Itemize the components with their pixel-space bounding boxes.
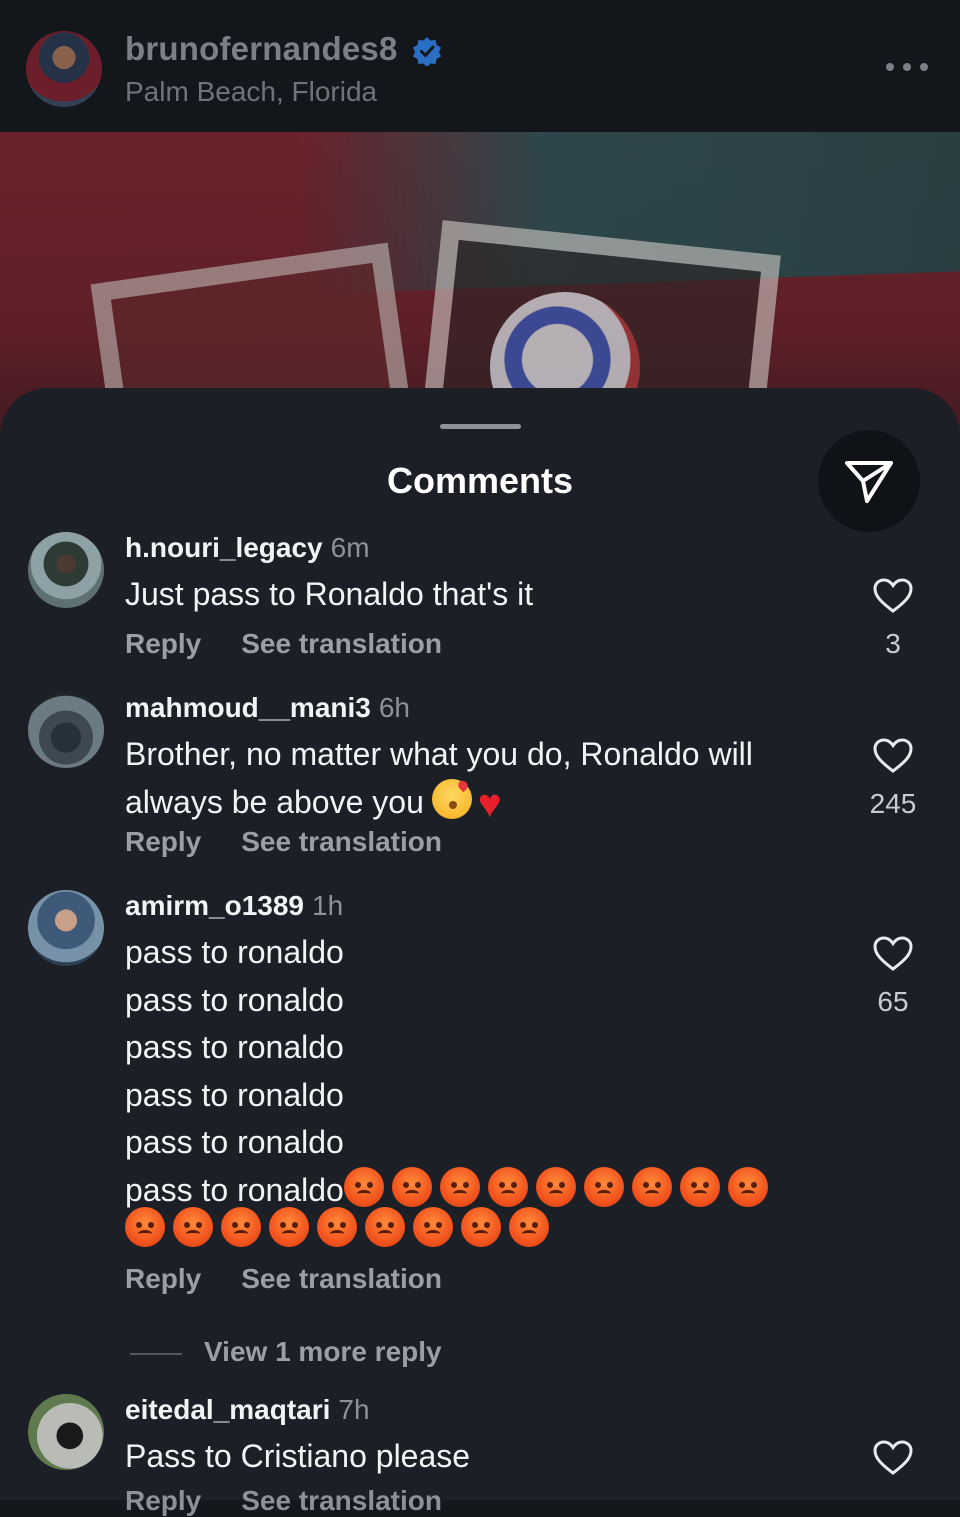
- angry-face-emoji: [535, 1166, 576, 1207]
- comment-text-line: pass to ronaldo: [125, 1171, 344, 1208]
- angry-face-emoji: [487, 1166, 528, 1207]
- comment-username[interactable]: eitedal_maqtari: [125, 1394, 330, 1425]
- comment-text-line: always be above you: [125, 783, 424, 820]
- commenter-avatar[interactable]: [28, 692, 104, 768]
- see-translation-button[interactable]: See translation: [241, 826, 442, 857]
- heart-outline-icon: [873, 1440, 913, 1475]
- sheet-drag-handle[interactable]: [440, 424, 521, 429]
- reply-button[interactable]: Reply: [125, 1263, 201, 1294]
- reply-button[interactable]: Reply: [125, 826, 201, 857]
- angry-face-emoji: [317, 1206, 357, 1247]
- like-button[interactable]: 245: [855, 738, 931, 820]
- comment-text-line: pass to ronaldo: [125, 981, 344, 1018]
- post-author-username[interactable]: brunofernandes8: [125, 30, 398, 68]
- commenter-avatar[interactable]: [28, 1394, 104, 1470]
- view-more-replies-label: View 1 more reply: [204, 1336, 442, 1367]
- comment-text: Pass to Cristiano please: [125, 1438, 471, 1474]
- like-count: 65: [877, 986, 909, 1017]
- post-author-avatar[interactable]: [26, 31, 102, 107]
- like-button[interactable]: 65: [855, 936, 931, 1018]
- angry-face-emoji: [125, 1206, 165, 1247]
- angry-face-emoji: [439, 1166, 480, 1207]
- comment-text-line: pass to ronaldo: [125, 934, 344, 970]
- heart-outline-icon: [873, 738, 913, 773]
- see-translation-button[interactable]: See translation: [241, 1263, 442, 1294]
- heart-outline-icon: [873, 578, 913, 613]
- like-count: 3: [885, 628, 901, 659]
- heart-outline-icon: [873, 936, 913, 971]
- sheet-title: Comments: [386, 460, 574, 501]
- like-button[interactable]: [855, 1440, 931, 1476]
- comment-time: 7h: [338, 1394, 370, 1425]
- comment-time: 6m: [330, 532, 370, 563]
- comment-time: 6h: [378, 692, 411, 723]
- like-button[interactable]: 3: [855, 578, 931, 660]
- comment-text-line: pass to ronaldo: [125, 1029, 344, 1066]
- send-icon: [845, 461, 893, 503]
- angry-face-emoji: [631, 1166, 672, 1207]
- see-translation-button[interactable]: See translation: [241, 628, 442, 659]
- angry-face-emoji: [461, 1206, 501, 1247]
- post-header: brunofernandes8 Palm Beach, Florida: [0, 0, 960, 132]
- comment-text-line: Brother, no matter what you do, Ronaldo …: [125, 736, 753, 772]
- face-blowing-kiss-emoji: [431, 778, 472, 819]
- angry-face-emoji: [727, 1166, 768, 1207]
- angry-face-emoji: [679, 1166, 720, 1207]
- commenter-avatar[interactable]: [28, 532, 104, 608]
- comment-time: 1h: [312, 890, 344, 921]
- share-button[interactable]: [818, 430, 920, 532]
- reply-thread-line: [130, 1352, 182, 1355]
- angry-face-emoji: [413, 1206, 453, 1247]
- view-more-replies[interactable]: View 1 more reply: [130, 1336, 442, 1368]
- reply-button[interactable]: Reply: [125, 1485, 201, 1516]
- comment-username[interactable]: amirm_o1389: [125, 890, 304, 921]
- angry-face-emoji: [269, 1206, 309, 1247]
- comment-text-line: pass to ronaldo: [125, 1076, 344, 1113]
- see-translation-button[interactable]: See translation: [241, 1485, 442, 1516]
- more-options-icon[interactable]: [886, 60, 928, 74]
- angry-face-emoji: [583, 1166, 624, 1207]
- like-count: 245: [869, 788, 917, 819]
- red-heart-emoji: ♥: [477, 781, 502, 826]
- angry-face-emoji: [391, 1166, 432, 1207]
- comment-username[interactable]: h.nouri_legacy: [125, 532, 323, 563]
- angry-face-emoji: [343, 1166, 384, 1207]
- post-location[interactable]: Palm Beach, Florida: [125, 76, 377, 108]
- angry-face-emoji: [365, 1206, 405, 1247]
- comments-sheet: Comments h.nouri_legacy 6m Just pass to R…: [0, 388, 960, 1516]
- commenter-avatar[interactable]: [28, 890, 104, 966]
- angry-face-emoji: [173, 1206, 213, 1247]
- comment-username[interactable]: mahmoud__mani3: [125, 692, 371, 723]
- verified-badge-icon: [413, 37, 441, 66]
- comment-text-line: pass to ronaldo: [125, 1124, 344, 1161]
- angry-face-emoji: [221, 1206, 261, 1247]
- comment-text: Just pass to Ronaldo that's it: [125, 576, 534, 612]
- reply-button[interactable]: Reply: [125, 628, 201, 659]
- angry-face-emoji: [509, 1206, 549, 1247]
